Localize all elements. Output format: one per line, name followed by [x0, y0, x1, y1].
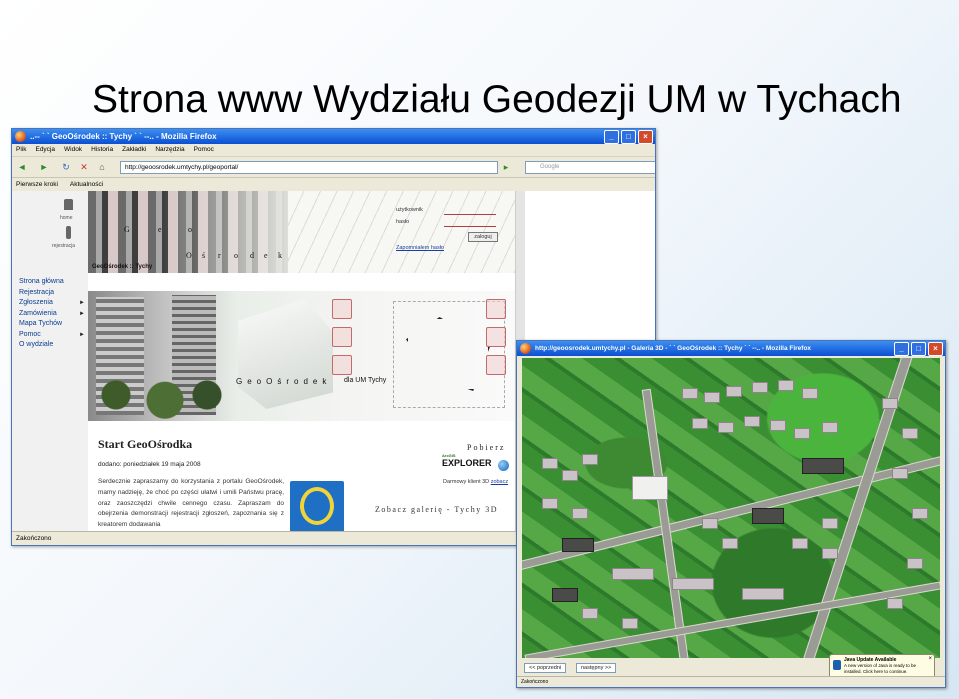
- stop-icon[interactable]: ✕: [78, 161, 90, 173]
- login-form: użytkownik hasło zaloguj Zapomniałem has…: [396, 207, 506, 253]
- go-icon[interactable]: ▸: [500, 161, 512, 173]
- close-button[interactable]: ×: [928, 342, 943, 356]
- menu-item-home[interactable]: Strona główna: [19, 277, 85, 288]
- left-column: home rejestracja Strona główna Rejestrac…: [12, 191, 88, 532]
- arcgis-explorer-logo[interactable]: ArcGIS EXPLORER: [442, 453, 509, 472]
- slide-title: Strona www Wydziału Geodezji UM w Tychac…: [92, 78, 902, 121]
- banner-text: GeoOśrodek: [236, 377, 332, 386]
- home-icon[interactable]: [64, 199, 73, 210]
- globe-icon: [498, 460, 509, 471]
- tree-icon: [332, 327, 352, 347]
- window-titlebar[interactable]: http://geoosrodek.umtychy.pl - Galeria 3…: [517, 341, 945, 356]
- brand-letter: k: [278, 251, 282, 260]
- navigation-toolbar: ◄ ► ↻ ✕ ⌂ http://geoosrodek.umtychy.pl/g…: [12, 157, 655, 178]
- firefox-icon: [520, 343, 531, 354]
- forgot-password-link[interactable]: Zapomniałem hasło: [396, 245, 444, 251]
- register-link[interactable]: rejestracja: [52, 243, 75, 249]
- see-link[interactable]: zobacz: [491, 479, 508, 485]
- article-body: Serdecznie zapraszamy do korzystania z p…: [98, 478, 284, 529]
- firefox-icon: [15, 131, 26, 142]
- brand-letter: d: [250, 251, 254, 260]
- password-input[interactable]: [444, 219, 496, 227]
- pan-icon: [486, 299, 506, 319]
- menu-help[interactable]: Pomoc: [194, 144, 214, 156]
- address-bar[interactable]: http://geoosrodek.umtychy.pl/geoportal/: [120, 161, 498, 174]
- browser-window-gallery: http://geoosrodek.umtychy.pl - Galeria 3…: [516, 340, 946, 688]
- building-icon: [332, 355, 352, 375]
- chevron-right-icon: ►: [79, 310, 85, 317]
- status-bar: Zakończono: [517, 676, 945, 687]
- maximize-button[interactable]: □: [621, 130, 636, 144]
- close-button[interactable]: ×: [638, 130, 653, 144]
- download-panel: Pobierz ArcGIS EXPLORER Darmowy klient 3…: [367, 433, 517, 532]
- window-title: ..-- ` ` GeoOśrodek :: Tychy ` ` --.. - …: [30, 132, 217, 141]
- document-icon: [332, 299, 352, 319]
- menu-file[interactable]: Plik: [16, 144, 26, 156]
- menu-item-help[interactable]: Pomoc ►: [19, 330, 85, 341]
- banner-image: GeoOśrodek dla UM Tychy: [88, 291, 515, 421]
- banner-subtext: dla UM Tychy: [344, 377, 387, 384]
- menu-item-map[interactable]: Mapa Tychów: [19, 319, 85, 330]
- brand-letter: e: [158, 225, 162, 234]
- maximize-button[interactable]: □: [911, 342, 926, 356]
- previous-button[interactable]: << poprzedni: [524, 663, 567, 673]
- menu-item-reports[interactable]: Zgłoszenia ►: [19, 298, 85, 309]
- bookmark-news[interactable]: Aktualności: [70, 178, 103, 191]
- home-link[interactable]: home: [60, 215, 73, 221]
- chevron-right-icon: ►: [79, 300, 85, 306]
- search-input[interactable]: Google: [525, 161, 655, 174]
- menu-bookmarks[interactable]: Zakładki: [122, 144, 146, 156]
- 3d-city-render[interactable]: [522, 358, 940, 658]
- brand-letter: r: [218, 251, 221, 260]
- download-heading: Pobierz: [467, 443, 506, 452]
- login-button[interactable]: zaloguj: [468, 232, 498, 242]
- menu-bar: Plik Edycja Widok Historia Zakładki Narz…: [12, 144, 655, 157]
- next-button[interactable]: następny >>: [576, 663, 617, 673]
- menu-item-registration[interactable]: Rejestracja: [19, 288, 85, 299]
- window-title: http://geoosrodek.umtychy.pl - Galeria 3…: [535, 345, 812, 352]
- minimize-button[interactable]: _: [604, 130, 619, 144]
- free-client-text: Darmowy klient 3D zobacz: [443, 479, 509, 485]
- target-icon: [486, 355, 506, 375]
- road: [524, 581, 940, 658]
- menu-item-about[interactable]: O wydziale: [19, 340, 85, 351]
- reload-icon[interactable]: ↻: [60, 161, 72, 173]
- username-input[interactable]: [444, 207, 496, 215]
- menu-edit[interactable]: Edycja: [35, 144, 55, 156]
- java-icon: [833, 660, 841, 670]
- brand-letter: O: [186, 251, 192, 260]
- 3d-model-image: [238, 299, 333, 409]
- brand-caption: GeoOśrodek :: Tychy: [92, 264, 153, 270]
- brand-letter: o: [188, 225, 192, 234]
- article-title: Start GeoOśrodka: [98, 437, 193, 451]
- menu-view[interactable]: Widok: [64, 144, 82, 156]
- password-label: hasło: [396, 219, 410, 225]
- site-menu: Strona główna Rejestracja Zgłoszenia ► Za…: [19, 277, 85, 351]
- close-icon[interactable]: ×: [928, 656, 932, 662]
- brand-letter: G: [124, 225, 130, 234]
- window-titlebar[interactable]: ..-- ` ` GeoOśrodek :: Tychy ` ` --.. - …: [12, 129, 655, 144]
- forward-arrow-icon[interactable]: ►: [38, 161, 50, 173]
- city-crest-icon: [290, 481, 344, 532]
- username-label: użytkownik: [396, 207, 423, 213]
- brand-letter: e: [264, 251, 268, 260]
- bookmarks-toolbar: Pierwsze kroki Aktualności: [12, 178, 655, 192]
- menu-tools[interactable]: Narzędzia: [155, 144, 184, 156]
- home-icon[interactable]: ⌂: [96, 161, 108, 173]
- bookmark-first-steps[interactable]: Pierwsze kroki: [16, 178, 58, 191]
- brand-letter: ś: [202, 251, 206, 260]
- zoom-icon: [486, 327, 506, 347]
- pen-icon[interactable]: [66, 226, 71, 239]
- chevron-right-icon: ►: [79, 331, 85, 338]
- menu-history[interactable]: Historia: [91, 144, 113, 156]
- article-date: dodano: poniedziałek 19 maja 2008: [98, 461, 201, 468]
- gallery-link[interactable]: Zobacz galerię - Tychy 3D: [375, 505, 498, 514]
- menu-item-orders[interactable]: Zamówienia ►: [19, 309, 85, 320]
- back-arrow-icon[interactable]: ◄: [16, 161, 28, 173]
- brand-letter: o: [234, 251, 238, 260]
- minimize-button[interactable]: _: [894, 342, 909, 356]
